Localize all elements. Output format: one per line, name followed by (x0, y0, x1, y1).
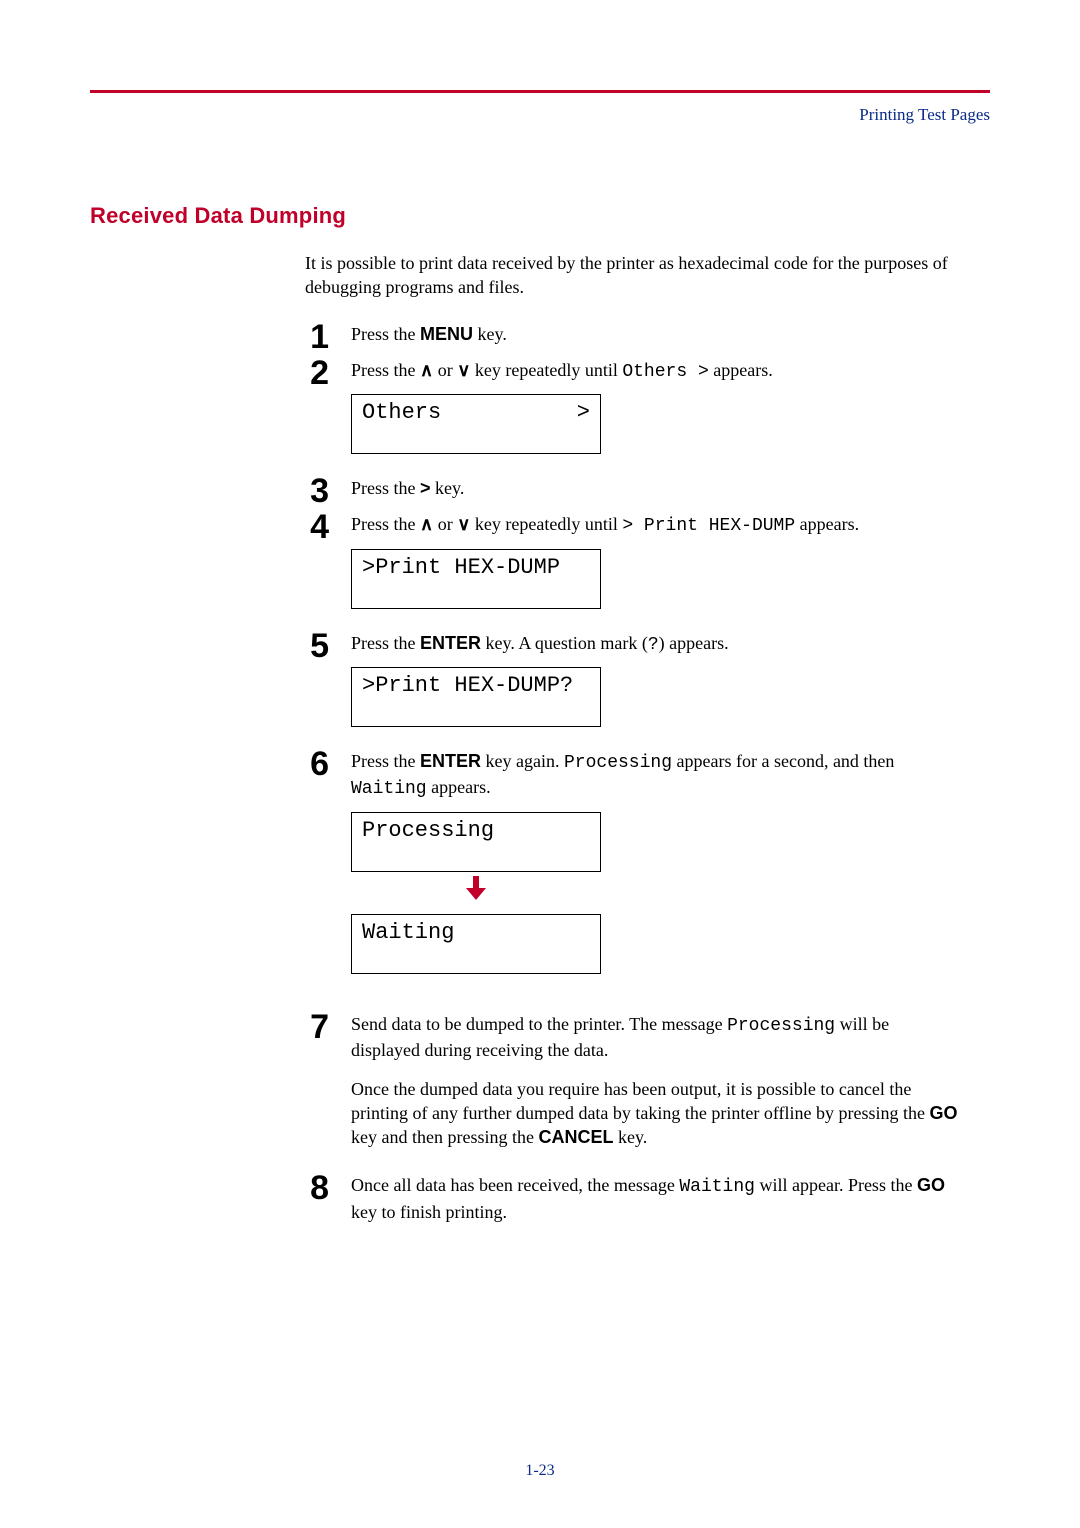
text: Press the (351, 478, 420, 498)
code-text: Others > (622, 362, 708, 382)
lcd-text-left: Others (362, 401, 441, 425)
step-number: 3 (305, 474, 329, 508)
step-6: 6 Press the ENTER key again. Processing … (305, 749, 960, 994)
lcd-text-right: > (577, 401, 590, 425)
text: key. A question mark ( (481, 633, 648, 653)
text: key. (473, 324, 507, 344)
step-4: 4 Press the ∧ or ∨ key repeatedly until … (305, 512, 960, 628)
lcd-display-print-hexdump-q: >Print HEX-DUMP? (351, 667, 601, 727)
lcd-text: Processing (362, 819, 494, 843)
step-body: Once all data has been received, the mes… (351, 1173, 960, 1234)
lcd-display-others: Others > (351, 394, 601, 454)
text: appears for a second, and then (672, 751, 894, 771)
text: appears. (427, 777, 491, 797)
intro-text: It is possible to print data received by… (305, 251, 960, 300)
down-caret-icon: ∨ (457, 360, 470, 380)
code-text: ? (648, 635, 659, 655)
down-caret-icon: ∨ (457, 514, 470, 534)
text: key. (431, 478, 465, 498)
code-text: Processing (727, 1016, 835, 1036)
lcd-text: Waiting (362, 921, 454, 945)
section-title: Received Data Dumping (90, 203, 990, 229)
step-body: Press the MENU key. (351, 322, 960, 356)
header-section-label: Printing Test Pages (90, 105, 990, 125)
content: It is possible to print data received by… (305, 251, 960, 1234)
lcd-text: >Print HEX-DUMP (362, 556, 560, 580)
text: Press the (351, 360, 420, 380)
up-caret-icon: ∧ (420, 360, 433, 380)
key-enter: ENTER (420, 633, 481, 653)
text: key again. (481, 751, 564, 771)
text: Once all data has been received, the mes… (351, 1175, 679, 1195)
text: key and then pressing the (351, 1127, 538, 1147)
down-arrow-icon (351, 876, 601, 908)
key-go: GO (917, 1175, 945, 1195)
key-cancel: CANCEL (538, 1127, 613, 1147)
text: Press the (351, 633, 420, 653)
text: key to finish printing. (351, 1202, 507, 1222)
step-number: 6 (305, 747, 329, 781)
key-menu: MENU (420, 324, 473, 344)
step-number: 4 (305, 510, 329, 544)
page: Printing Test Pages Received Data Dumpin… (0, 0, 1080, 1528)
key-right: > (420, 478, 431, 498)
step-number: 2 (305, 356, 329, 390)
step-body: Press the ENTER key again. Processing ap… (351, 749, 960, 994)
step-7: 7 Send data to be dumped to the printer.… (305, 1012, 960, 1159)
text: or (433, 514, 457, 534)
text: Press the (351, 514, 420, 534)
step-1: 1 Press the MENU key. (305, 322, 960, 356)
step-number: 7 (305, 1010, 329, 1044)
step-body: Press the ∧ or ∨ key repeatedly until Ot… (351, 358, 960, 474)
key-enter: ENTER (420, 751, 481, 771)
code-text: > Print HEX-DUMP (622, 516, 795, 536)
step-3: 3 Press the > key. (305, 476, 960, 510)
text: Press the (351, 324, 420, 344)
step-body: Send data to be dumped to the printer. T… (351, 1012, 960, 1159)
header-rule (90, 90, 990, 93)
page-number: 1-23 (0, 1462, 1080, 1480)
step-body: Press the > key. (351, 476, 960, 510)
step-8: 8 Once all data has been received, the m… (305, 1173, 960, 1234)
code-text: Waiting (679, 1177, 755, 1197)
lcd-display-waiting: Waiting (351, 914, 601, 974)
text: appears. (795, 514, 859, 534)
step-number: 8 (305, 1171, 329, 1205)
text: or (433, 360, 457, 380)
code-text: Waiting (351, 779, 427, 799)
text: Once the dumped data you require has bee… (351, 1079, 930, 1123)
step-2: 2 Press the ∧ or ∨ key repeatedly until … (305, 358, 960, 474)
lcd-text: >Print HEX-DUMP? (362, 674, 573, 698)
text: Send data to be dumped to the printer. T… (351, 1014, 727, 1034)
lcd-display-processing: Processing (351, 812, 601, 872)
up-caret-icon: ∧ (420, 514, 433, 534)
text: ) appears. (659, 633, 729, 653)
text: key. (613, 1127, 647, 1147)
step-number: 5 (305, 629, 329, 663)
code-text: Processing (564, 753, 672, 773)
step-body: Press the ∧ or ∨ key repeatedly until > … (351, 512, 960, 628)
lcd-display-print-hexdump: >Print HEX-DUMP (351, 549, 601, 609)
key-go: GO (930, 1103, 958, 1123)
step-body: Press the ENTER key. A question mark (?)… (351, 631, 960, 747)
text: key repeatedly until (470, 360, 622, 380)
text: key repeatedly until (470, 514, 622, 534)
step-5: 5 Press the ENTER key. A question mark (… (305, 631, 960, 747)
step-number: 1 (305, 320, 329, 354)
text: will appear. Press the (755, 1175, 917, 1195)
text: appears. (709, 360, 773, 380)
text: Press the (351, 751, 420, 771)
